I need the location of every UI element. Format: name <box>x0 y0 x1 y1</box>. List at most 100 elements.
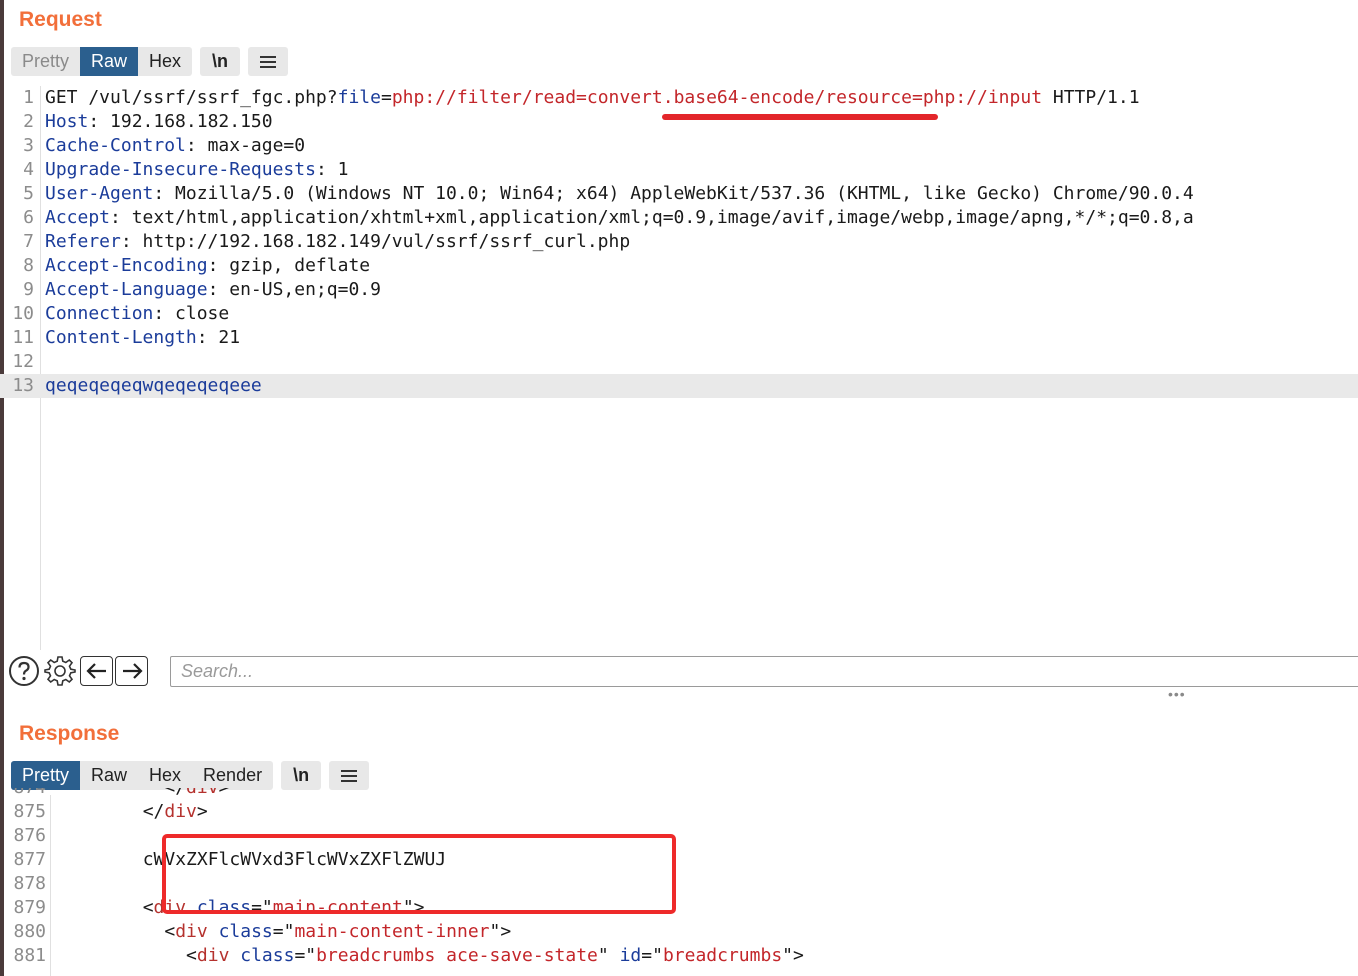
line-text: Connection: close <box>45 302 229 326</box>
token: : gzip, deflate <box>207 255 371 276</box>
search-input[interactable] <box>170 656 1358 687</box>
line-number: 877 <box>13 849 46 870</box>
response-menu-button[interactable] <box>329 761 370 790</box>
request-panel-title: Request <box>19 8 102 31</box>
line-number: 874 <box>0 788 46 800</box>
line-number: 11 <box>12 327 34 348</box>
next-match-button[interactable] <box>115 656 148 686</box>
token: php://filter/read=convert.base64-encode/… <box>391 87 1043 108</box>
tab-pretty[interactable]: Pretty <box>11 47 80 76</box>
line-number: 3 <box>23 135 34 156</box>
tab-pretty[interactable]: Pretty <box>11 761 81 790</box>
line-number: 6 <box>23 207 34 228</box>
code-line: 881 <div class="breadcrumbs ace-save-sta… <box>0 944 1358 968</box>
tab-raw[interactable]: Raw <box>80 761 138 790</box>
line-number: 876 <box>13 825 46 846</box>
token: : max-age=0 <box>185 135 306 156</box>
request-editor[interactable]: 1 GET /vul/ssrf/ssrf_fgc.php?file=php://f… <box>0 86 1358 398</box>
request-search-toolbar <box>8 655 150 687</box>
response-gutter-divider <box>50 795 51 976</box>
token: : http://192.168.182.149/vul/ssrf/ssrf_c… <box>120 231 631 252</box>
token: = <box>380 87 392 108</box>
line-text: Content-Length: 21 <box>45 326 240 350</box>
token: Referer <box>45 231 121 252</box>
settings-button[interactable] <box>44 655 76 687</box>
token: </ <box>56 788 186 798</box>
newline-toggle-button[interactable]: \n <box>281 761 322 790</box>
line-text: Accept: text/html,application/xhtml+xml,… <box>45 206 1194 230</box>
tab-raw[interactable]: Raw <box>80 47 139 76</box>
token: breadcrumbs ace-save-state <box>316 945 598 966</box>
tab-hex[interactable]: Hex <box>138 47 192 76</box>
line-number: 875 <box>13 801 46 822</box>
token: breadcrumbs <box>662 945 783 966</box>
token: qeqeqeqeqwqeqeqeqeee <box>45 375 262 396</box>
code-line: 9 Accept-Language: en-US,en;q=0.9 <box>0 278 1358 302</box>
arrow-right-icon <box>122 663 143 679</box>
line-text: Host: 192.168.182.150 <box>45 110 273 134</box>
token: Host <box>45 111 89 132</box>
token: : 21 <box>196 327 241 348</box>
token: file <box>337 87 381 108</box>
panel-resize-handle[interactable]: ••• <box>1168 686 1186 702</box>
token: : close <box>153 303 230 324</box>
token: HTTP/1.1 <box>1042 87 1140 108</box>
help-button[interactable] <box>8 655 40 687</box>
line-number: 879 <box>13 897 46 918</box>
annotation-box <box>162 834 676 914</box>
arrow-left-icon <box>85 663 106 679</box>
token: </ <box>56 801 165 822</box>
token: < <box>56 897 154 918</box>
token: "> <box>489 921 512 942</box>
tab-hex[interactable]: Hex <box>138 761 192 790</box>
line-number: 2 <box>23 111 34 132</box>
request-menu-button[interactable] <box>248 47 289 76</box>
line-text: Referer: http://192.168.182.149/vul/ssrf… <box>45 230 630 254</box>
line-text: </div> <box>56 800 208 824</box>
code-line: 12 <box>0 350 1358 374</box>
annotation-underline <box>662 114 938 120</box>
code-line: 8 Accept-Encoding: gzip, deflate <box>0 254 1358 278</box>
line-text: Accept-Language: en-US,en;q=0.9 <box>45 278 381 302</box>
token: Content-Length <box>45 327 197 348</box>
code-line: 11 Content-Length: 21 <box>0 326 1358 350</box>
token: div <box>186 788 219 798</box>
code-line: 874 </div> <box>0 788 1358 800</box>
line-number: 5 <box>23 183 34 204</box>
token: =" <box>294 945 317 966</box>
line-number: 9 <box>23 279 34 300</box>
line-text: </div> <box>56 788 229 800</box>
code-line: 5 User-Agent: Mozilla/5.0 (Windows NT 10.… <box>0 182 1358 206</box>
token: Accept-Encoding <box>45 255 208 276</box>
code-line: 7 Referer: http://192.168.182.149/vul/ssr… <box>0 230 1358 254</box>
code-line: 13 qeqeqeqeqwqeqeqeqeee <box>0 374 1358 398</box>
token: GET /vul/ssrf/ssrf_fgc.php? <box>45 87 338 108</box>
code-line: 3 Cache-Control: max-age=0 <box>0 134 1358 158</box>
token: class <box>218 921 273 942</box>
newline-toggle-button[interactable]: \n <box>200 47 241 76</box>
code-line: 880 <div class="main-content-inner"> <box>0 920 1358 944</box>
token: User-Agent <box>45 183 154 204</box>
token: div <box>196 945 230 966</box>
line-text: User-Agent: Mozilla/5.0 (Windows NT 10.0… <box>45 182 1194 206</box>
token: =" <box>272 921 295 942</box>
line-number: 7 <box>23 231 34 252</box>
help-icon <box>9 656 39 686</box>
line-text: GET /vul/ssrf/ssrf_fgc.php?file=php://fi… <box>45 86 1140 110</box>
token: : text/html,application/xhtml+xml,applic… <box>110 207 1194 228</box>
code-line: 10 Connection: close <box>0 302 1358 326</box>
previous-match-button[interactable] <box>80 656 113 686</box>
line-number: 13 <box>12 375 34 396</box>
token: Upgrade-Insecure-Requests <box>45 159 316 180</box>
token: Accept <box>45 207 111 228</box>
line-number: 4 <box>23 159 34 180</box>
token: div <box>175 921 208 942</box>
line-number: 12 <box>12 351 34 372</box>
request-tab-bar: Pretty Raw Hex \n <box>11 47 289 76</box>
code-line: 6 Accept: text/html,application/xhtml+xml… <box>0 206 1358 230</box>
token: : Mozilla/5.0 (Windows NT 10.0; Win64; x… <box>153 183 1194 204</box>
token: id <box>619 945 642 966</box>
tab-render[interactable]: Render <box>192 761 273 790</box>
line-number: 878 <box>13 873 46 894</box>
